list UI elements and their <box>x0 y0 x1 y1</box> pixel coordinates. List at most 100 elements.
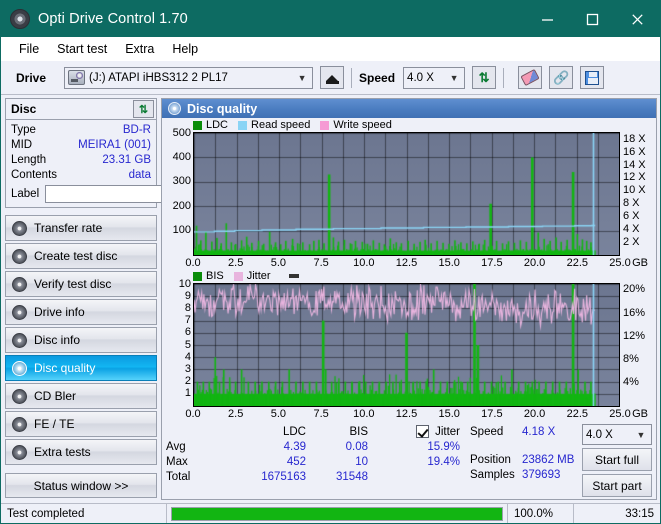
chart2-x-unit: GB <box>632 407 648 420</box>
jitter-checkbox[interactable] <box>416 425 430 438</box>
disc-refresh-button[interactable]: ⇅ <box>133 100 154 118</box>
maximize-icon[interactable] <box>570 1 615 37</box>
legend-label-read-speed: Read speed <box>251 119 311 132</box>
disc-panel-title: Disc <box>11 102 37 116</box>
disc-row-value: 23.31 GB <box>102 154 151 166</box>
status-window-button[interactable]: Status window >> <box>5 473 157 498</box>
chain-button[interactable]: 🔗 <box>549 66 574 89</box>
stats-header-bis: BIS <box>349 425 368 438</box>
x-tick-label: 22.5 <box>566 256 589 269</box>
sidebar-item-label: FE / TE <box>34 417 75 431</box>
disc-icon <box>12 304 27 320</box>
x-tick-label: 2.5 <box>228 407 244 420</box>
sidebar-item-cd-bler[interactable]: CD Bler <box>5 383 157 409</box>
menu-start-test[interactable]: Start test <box>48 40 116 58</box>
sidebar-item-label: Disc quality <box>34 361 96 375</box>
legend-swatch-ldc <box>193 120 202 130</box>
y-tick-label: 8 <box>184 301 191 314</box>
menu-bar: File Start test Extra Help <box>1 37 660 61</box>
readout-speed-value: 4.18 X <box>522 425 556 438</box>
close-icon[interactable] <box>615 1 660 37</box>
stats-cell-ldc: 1675163 <box>261 470 306 483</box>
sidebar-item-verify-test-disc[interactable]: Verify test disc <box>5 271 157 297</box>
y-tick-label: 4 <box>184 350 191 363</box>
disc-icon <box>12 220 27 236</box>
sidebar-item-transfer-rate[interactable]: Transfer rate <box>5 215 157 241</box>
readout-position-label: Position <box>470 453 511 466</box>
status-window-wrap: Status window >> <box>5 473 157 500</box>
x-tick-label: 5.0 <box>270 256 287 269</box>
disc-icon <box>12 444 27 460</box>
menu-extra[interactable]: Extra <box>116 40 163 58</box>
chart1-plot-wrap: 100 200 300 400 500 2 X4 X6 X8 X 10 X 12 X 14 X… <box>164 127 654 256</box>
chart2-plot <box>193 282 620 407</box>
chart1-canvas <box>194 132 619 255</box>
stats-header-ldc: LDC <box>282 425 306 438</box>
chart1-x-unit: GB <box>632 256 648 269</box>
drive-label: Drive <box>16 70 47 85</box>
start-part-button[interactable]: Start part <box>582 474 652 497</box>
chart2-legend: BIS Jitter <box>164 270 654 283</box>
x-tick-label: 2.5 <box>228 256 244 269</box>
sidebar-item-label: Extra tests <box>34 445 91 459</box>
eject-button[interactable] <box>320 66 345 89</box>
readout-position-value: 23862 MB <box>522 453 575 466</box>
refresh-button[interactable]: ⇅ <box>472 66 497 89</box>
y-tick-label: 100 <box>172 224 191 237</box>
disc-quality-icon <box>168 102 181 115</box>
speed-select[interactable]: 4.0 X ▼ <box>403 66 466 89</box>
readout-values: Speed 4.18 X Position 23862 MB Samples 3… <box>470 424 582 497</box>
erase-button[interactable] <box>518 66 543 89</box>
chart2-y-axis: 1 2 3 4 5 6 7 8 9 10 <box>164 278 193 405</box>
sidebar-item-label: Transfer rate <box>34 221 103 235</box>
y-tick-label: 400 <box>172 150 191 163</box>
sidebar-item-disc-quality[interactable]: Disc quality <box>5 355 157 381</box>
sidebar-item-create-test-disc[interactable]: Create test disc <box>5 243 157 269</box>
stats-row-label: Max <box>166 455 188 468</box>
x-tick-label: 20.0 <box>523 256 546 269</box>
drive-select[interactable]: (J:) ATAPI iHBS312 2 PL17 ▼ <box>64 66 314 89</box>
toolbar-divider-2 <box>503 67 505 88</box>
sidebar-item-disc-info[interactable]: Disc info <box>5 327 157 353</box>
readout-samples-value: 379693 <box>522 468 561 481</box>
disc-row-length: Length 23.31 GB <box>11 153 151 168</box>
menu-file[interactable]: File <box>10 40 48 58</box>
x-tick-label: 12.5 <box>395 256 418 269</box>
refresh-icon: ⇅ <box>478 69 490 85</box>
y-tick-label: 9 <box>184 289 191 302</box>
x-tick-label: 5.0 <box>270 407 287 420</box>
y2-tick-label: 14 X <box>623 158 646 171</box>
sidebar-item-extra-tests[interactable]: Extra tests <box>5 439 157 465</box>
status-bar: Test completed 100.0% 33:15 <box>1 503 660 523</box>
readout-samples: Samples 379693 <box>470 467 582 482</box>
save-icon <box>585 70 600 85</box>
sidebar-item-drive-info[interactable]: Drive info <box>5 299 157 325</box>
sidebar-item-fe-te[interactable]: FE / TE <box>5 411 157 437</box>
eraser-icon <box>520 68 540 87</box>
legend-label-ldc: LDC <box>206 119 229 132</box>
start-full-button[interactable]: Start full <box>582 448 652 471</box>
y2-tick-label: 10 X <box>623 184 646 197</box>
page-title: Disc quality <box>187 101 258 116</box>
drive-icon <box>68 70 86 85</box>
x-tick-label: 7.5 <box>313 407 329 420</box>
y-tick-label: 2 <box>184 375 191 388</box>
sidebar-item-label: CD Bler <box>34 389 77 403</box>
progress-bar <box>171 506 503 521</box>
save-button[interactable] <box>580 66 605 89</box>
y2-tick-label: 8% <box>623 353 639 366</box>
chart2-canvas <box>194 283 619 406</box>
legend-swatch-read-speed <box>238 120 248 130</box>
stats-row-label: Total <box>166 470 191 483</box>
legend-swatch-write-speed <box>320 120 330 130</box>
menu-help[interactable]: Help <box>163 40 207 58</box>
title-bar: Opti Drive Control 1.70 <box>1 1 660 37</box>
app-disc-icon <box>10 9 30 29</box>
stats-cell-ldc: 4.39 <box>283 440 306 453</box>
legend-label-jitter: Jitter <box>246 270 271 283</box>
toolbar-divider-1 <box>351 67 353 88</box>
minimize-icon[interactable] <box>525 1 570 37</box>
disc-panel: Disc ⇅ Type BD-R MID MEIRA1 (001) Length… <box>5 98 235 208</box>
chart1-y2-axis: 2 X4 X6 X8 X 10 X 12 X 14 X 16 X 18 X <box>620 132 654 254</box>
test-speed-select[interactable]: 4.0 X ▼ <box>582 424 652 445</box>
